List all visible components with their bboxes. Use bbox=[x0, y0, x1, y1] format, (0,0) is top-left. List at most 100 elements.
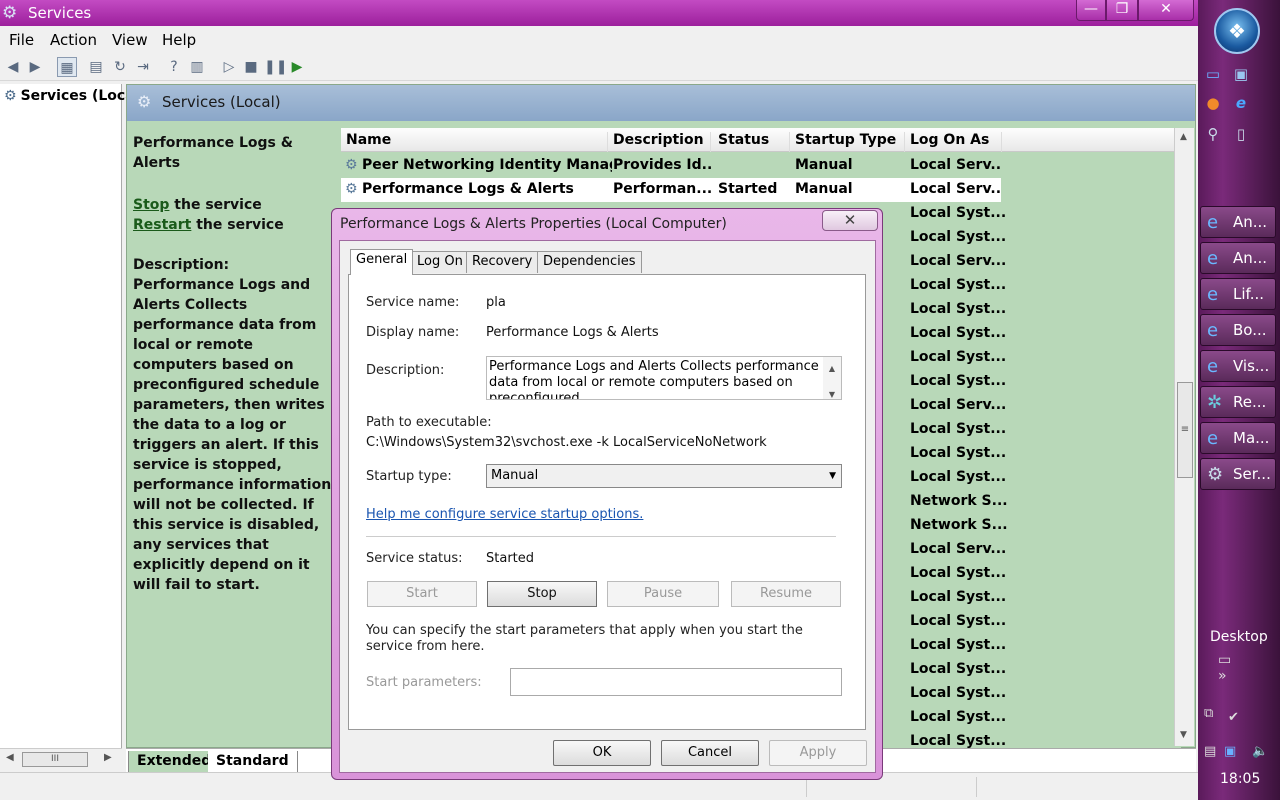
scroll-thumb[interactable]: ≡ bbox=[1177, 382, 1193, 478]
scroll-left-icon[interactable]: ◀ bbox=[6, 752, 14, 763]
scroll-up-icon[interactable]: ▲ bbox=[1180, 132, 1187, 142]
service-name-value: pla bbox=[486, 295, 506, 310]
show-desktop-icon[interactable]: ▭ bbox=[1202, 64, 1224, 84]
console-tree-icon[interactable]: ▦ bbox=[57, 57, 77, 77]
stop-button[interactable]: Stop bbox=[487, 581, 597, 607]
menu-help[interactable]: Help bbox=[162, 31, 196, 49]
log-on-cell: Local Syst... bbox=[910, 709, 1007, 725]
document-icon[interactable]: ▯ bbox=[1230, 124, 1252, 144]
menu-action[interactable]: Action bbox=[50, 31, 97, 49]
restart-service-icon[interactable]: ▶ bbox=[287, 57, 307, 77]
service-status-value: Started bbox=[486, 551, 535, 566]
task-button-ie-2[interactable]: e An... bbox=[1200, 242, 1276, 274]
table-row-selected[interactable]: ⚙ Performance Logs & Alerts Performan...… bbox=[341, 178, 1001, 202]
internet-explorer-icon: e bbox=[1207, 248, 1219, 269]
stop-link-suffix: the service bbox=[169, 197, 262, 213]
start-params-hint: You can specify the start parameters tha… bbox=[366, 623, 803, 654]
show-hide-pane-icon[interactable]: ▥ bbox=[187, 57, 207, 77]
desktop-chevron-icon[interactable]: ▭» bbox=[1218, 652, 1231, 684]
forward-arrow-icon[interactable]: ▶ bbox=[25, 57, 45, 77]
task-button-ie-7[interactable]: e Ma... bbox=[1200, 422, 1276, 454]
column-startup-type[interactable]: Startup Type bbox=[795, 132, 905, 152]
search-icon[interactable]: ⚲ bbox=[1202, 124, 1224, 144]
sort-arrow-icon: ^ bbox=[467, 128, 475, 135]
maximize-button[interactable]: ❐ bbox=[1106, 0, 1138, 21]
start-orb-icon[interactable]: ❖ bbox=[1214, 8, 1260, 54]
desktop-toolbar-label[interactable]: Desktop bbox=[1210, 629, 1268, 645]
stop-service-icon[interactable]: ■ bbox=[241, 57, 261, 77]
tab-standard[interactable]: Standard bbox=[208, 751, 298, 773]
resume-button[interactable]: Resume bbox=[731, 581, 841, 607]
search-gear-icon: ⚙ bbox=[137, 92, 152, 111]
update-tray-icon[interactable]: ⧉ bbox=[1204, 706, 1213, 721]
stop-service-link[interactable]: Stop bbox=[133, 197, 169, 213]
log-on-cell: Local Syst... bbox=[910, 205, 1007, 221]
tree-node-services-local[interactable]: ⚙ Services (Loca bbox=[4, 88, 135, 104]
tab-general[interactable]: General bbox=[350, 249, 414, 275]
properties-sheet-icon[interactable]: ▤ bbox=[86, 57, 106, 77]
window-title: Services bbox=[28, 4, 92, 22]
help-icon[interactable]: ? bbox=[164, 57, 184, 77]
start-service-icon[interactable]: ▷ bbox=[219, 57, 239, 77]
scroll-thumb[interactable]: III bbox=[22, 752, 88, 767]
tab-extended[interactable]: Extended bbox=[128, 751, 221, 773]
minimize-button[interactable]: — bbox=[1076, 0, 1106, 21]
start-button[interactable]: Start bbox=[367, 581, 477, 607]
services-gear-icon: ⚙ bbox=[2, 3, 18, 23]
close-button[interactable]: ✕ bbox=[1138, 0, 1194, 21]
tab-recovery[interactable]: Recovery bbox=[466, 251, 539, 273]
volume-icon[interactable]: 🔈 bbox=[1252, 744, 1268, 759]
connection-tray-icon[interactable]: ▣ bbox=[1224, 744, 1236, 759]
log-on-cell: Local Syst... bbox=[910, 229, 1007, 245]
internet-explorer-icon[interactable]: e bbox=[1230, 93, 1252, 113]
firefox-icon[interactable]: ● bbox=[1202, 93, 1224, 113]
pause-service-icon[interactable]: ❚❚ bbox=[264, 57, 287, 77]
start-params-input[interactable] bbox=[510, 668, 842, 696]
log-on-cell: Local Serv... bbox=[910, 253, 1007, 269]
cancel-button[interactable]: Cancel bbox=[661, 740, 759, 766]
task-button-ie-3[interactable]: e Lif... bbox=[1200, 278, 1276, 310]
switch-windows-icon[interactable]: ▣ bbox=[1230, 64, 1252, 84]
taskbar: ❖ ▭ ▣ ● e ⚲ ▯ e An... e An... e Lif... e Bo.… bbox=[1198, 0, 1280, 800]
task-button-ie-5[interactable]: e Vis... bbox=[1200, 350, 1276, 382]
log-on-cell: Local Syst... bbox=[910, 325, 1007, 341]
tree-horizontal-scrollbar[interactable]: ◀ III ▶ bbox=[0, 748, 122, 770]
task-button-app-6[interactable]: ✲ Re... bbox=[1200, 386, 1276, 418]
task-button-services[interactable]: ⚙ Ser... bbox=[1200, 458, 1276, 490]
apply-button[interactable]: Apply bbox=[769, 740, 867, 766]
task-button-ie-4[interactable]: e Bo... bbox=[1200, 314, 1276, 346]
help-configure-link[interactable]: Help me configure service startup option… bbox=[366, 507, 643, 522]
network-tray-icon[interactable]: ✔ bbox=[1228, 710, 1239, 725]
column-description[interactable]: Description bbox=[613, 132, 711, 152]
tab-log-on[interactable]: Log On bbox=[411, 251, 469, 273]
clock[interactable]: 18:05 bbox=[1220, 771, 1260, 787]
description-box-text: Performance Logs and Alerts Collects per… bbox=[489, 359, 819, 400]
export-list-icon[interactable]: ⇥ bbox=[133, 57, 153, 77]
description-box[interactable]: Performance Logs and Alerts Collects per… bbox=[486, 356, 842, 400]
startup-type-select[interactable]: Manual ▼ bbox=[486, 464, 842, 488]
log-on-cell: Local Syst... bbox=[910, 661, 1007, 677]
column-log-on-as[interactable]: Log On As bbox=[910, 132, 1002, 152]
list-vertical-scrollbar[interactable]: ▲ ≡ ▼ bbox=[1174, 128, 1194, 746]
tab-dependencies[interactable]: Dependencies bbox=[537, 251, 642, 273]
dialog-close-button[interactable]: ✕ bbox=[822, 210, 878, 231]
column-name[interactable]: Name bbox=[346, 132, 608, 152]
restart-service-link[interactable]: Restart bbox=[133, 217, 191, 233]
column-status[interactable]: Status bbox=[718, 132, 790, 152]
scroll-right-icon[interactable]: ▶ bbox=[104, 752, 112, 763]
log-on-cell: Local Syst... bbox=[910, 373, 1007, 389]
task-button-ie-1[interactable]: e An... bbox=[1200, 206, 1276, 238]
refresh-icon[interactable]: ↻ bbox=[110, 57, 130, 77]
clipboard-tray-icon[interactable]: ▤ bbox=[1204, 744, 1216, 759]
console-tree: ⚙ Services (Loca bbox=[0, 84, 135, 770]
table-row[interactable]: ⚙ Peer Networking Identity Manager Provi… bbox=[341, 154, 1001, 178]
divider bbox=[366, 536, 836, 537]
menu-file[interactable]: File bbox=[9, 31, 34, 49]
back-arrow-icon[interactable]: ◀ bbox=[3, 57, 23, 77]
scroll-down-icon[interactable]: ▼ bbox=[1180, 730, 1187, 740]
menu-view[interactable]: View bbox=[112, 31, 148, 49]
description-scrollbar[interactable]: ▲ ▼ bbox=[823, 357, 841, 399]
ok-button[interactable]: OK bbox=[553, 740, 651, 766]
log-on-cell: Network S... bbox=[910, 517, 1008, 533]
pause-button[interactable]: Pause bbox=[607, 581, 719, 607]
